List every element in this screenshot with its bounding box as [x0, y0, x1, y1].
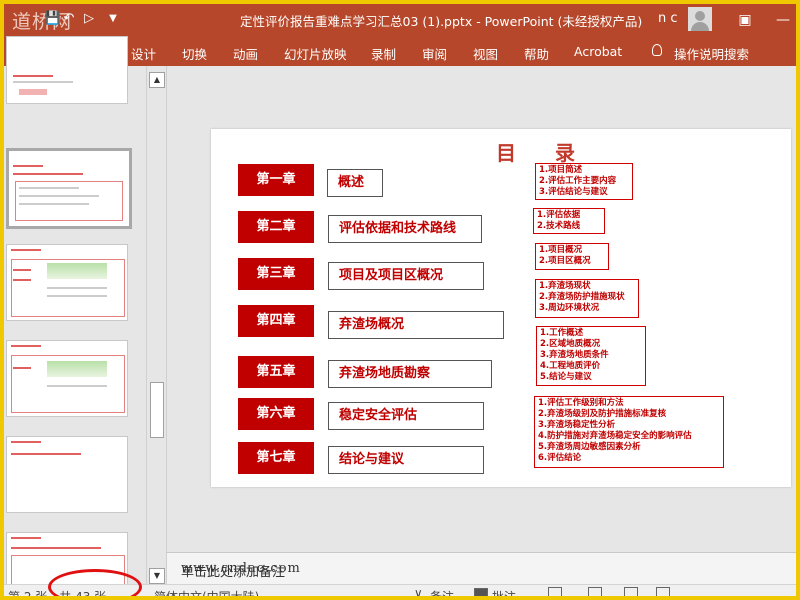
thumbnail-scrollbar[interactable]: ▲ ▼ [146, 66, 165, 584]
tab-acrobat[interactable]: Acrobat [574, 44, 622, 59]
chapter-items[interactable]: 1.评估依据 2.技术路线 [533, 208, 605, 234]
notes-pane[interactable]: 单击此处添加备注 www.cndao.com [166, 552, 796, 585]
tab-help[interactable]: 帮助 [524, 44, 549, 63]
chapter-title[interactable]: 结论与建议 [328, 446, 484, 474]
user-initials[interactable]: n c [658, 11, 678, 26]
chapter-items[interactable]: 1.项目简述 2.评估工作主要内容 3.评估结论与建议 [535, 163, 633, 200]
slide-thumbnail[interactable] [6, 36, 128, 104]
powerpoint-window: 道桥网 💾 ↶ ▷ ▼ 定性评价报告重难点学习汇总03 (1).pptx - P… [4, 4, 796, 596]
notes-toggle[interactable]: 备注 [430, 588, 454, 596]
tab-animations[interactable]: 动画 [233, 44, 258, 63]
chapter-title[interactable]: 评估依据和技术路线 [328, 215, 482, 243]
slideshow-view-icon[interactable] [656, 587, 670, 596]
tab-record[interactable]: 录制 [371, 44, 396, 63]
scrollbar-thumb[interactable] [150, 382, 164, 438]
chapter-label[interactable]: 第四章 [238, 305, 314, 337]
chapter-items[interactable]: 1.工作概述 2.区域地质概况 3.弃渣场地质条件 4.工程地质评价 5.结论与建议 [536, 326, 646, 386]
tab-slideshow[interactable]: 幻灯片放映 [284, 44, 347, 63]
notes-toggle-icon[interactable]: ⊻ [414, 588, 423, 596]
avatar[interactable] [688, 7, 712, 31]
slideshow-icon[interactable]: ▷ [80, 10, 98, 28]
chapter-title[interactable]: 项目及项目区概况 [328, 262, 484, 290]
tab-design[interactable]: 设计 [131, 44, 156, 63]
minimize-icon[interactable]: — [772, 9, 794, 31]
chapter-label[interactable]: 第七章 [238, 442, 314, 474]
chapter-label[interactable]: 第六章 [238, 398, 314, 430]
lightbulb-icon[interactable] [652, 44, 662, 56]
chapter-title[interactable]: 概述 [327, 169, 383, 197]
normal-view-icon[interactable] [548, 587, 562, 596]
slide-sorter-icon[interactable] [588, 587, 602, 596]
tell-me-search[interactable]: 操作说明搜索 [674, 44, 749, 63]
comments-toggle[interactable]: 批注 [492, 588, 516, 596]
chapter-label[interactable]: 第三章 [238, 258, 314, 290]
reading-view-icon[interactable] [624, 587, 638, 596]
chapter-title[interactable]: 稳定安全评估 [328, 402, 484, 430]
chapter-items[interactable]: 1.弃渣场现状 2.弃渣场防护措施现状 3.周边环境状况 [535, 279, 639, 318]
slide-thumbnail-selected[interactable] [6, 148, 132, 229]
slide-editor: 目 录 第一章 概述 1.项目简述 2.评估工作主要内容 3.评估结论与建议 第二章… [166, 66, 796, 552]
current-slide[interactable]: 目 录 第一章 概述 1.项目简述 2.评估工作主要内容 3.评估结论与建议 第二章… [211, 129, 791, 487]
comments-icon[interactable] [474, 588, 488, 596]
window-title: 定性评价报告重难点学习汇总03 (1).pptx - PowerPoint (未… [240, 14, 643, 29]
tab-review[interactable]: 审阅 [422, 44, 447, 63]
customize-icon[interactable]: ▼ [104, 10, 122, 28]
scroll-up-icon[interactable]: ▲ [149, 72, 165, 88]
tab-transitions[interactable]: 切换 [182, 44, 207, 63]
undo-icon[interactable]: ↶ [60, 10, 78, 28]
title-bar: 道桥网 💾 ↶ ▷ ▼ 定性评价报告重难点学习汇总03 (1).pptx - P… [4, 4, 796, 36]
slide-thumbnail[interactable] [6, 436, 128, 513]
ribbon-display-icon[interactable]: ▣ [734, 9, 756, 31]
tab-view[interactable]: 视图 [473, 44, 498, 63]
chapter-label[interactable]: 第五章 [238, 356, 314, 388]
scroll-down-icon[interactable]: ▼ [149, 568, 165, 584]
chapter-title[interactable]: 弃渣场概况 [328, 311, 504, 339]
chapter-label[interactable]: 第二章 [238, 211, 314, 243]
chapter-items[interactable]: 1.项目概况 2.项目区概况 [535, 243, 609, 270]
language-indicator[interactable]: 简体中文(中国大陆) [154, 588, 259, 596]
slide-thumbnail-pane: ▲ ▼ [4, 36, 165, 596]
chapter-label[interactable]: 第一章 [238, 164, 314, 196]
slide-thumbnail[interactable] [6, 340, 128, 417]
slide-title[interactable]: 目 录 [496, 137, 591, 166]
chapter-items[interactable]: 1.评估工作级别和方法 2.弃渣场级别及防护措施标准复核 3.弃渣场稳定性分析 4.防… [534, 396, 724, 468]
slide-thumbnail[interactable] [6, 244, 128, 321]
chapter-title[interactable]: 弃渣场地质勘察 [328, 360, 492, 388]
watermark: www.cndao.com [181, 561, 301, 576]
